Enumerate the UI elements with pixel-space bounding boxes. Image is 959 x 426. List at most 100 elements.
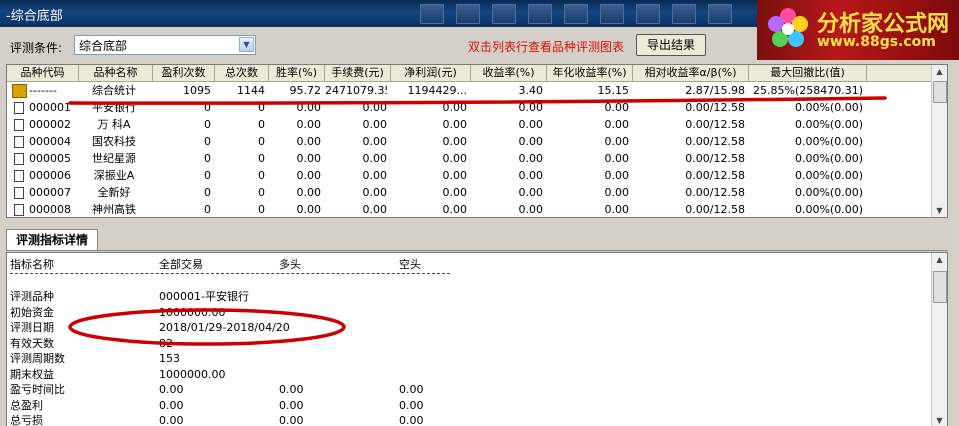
table-cell: 0.00 <box>362 135 388 148</box>
table-cell: 0.00%(0.00) <box>794 169 863 182</box>
titlebar-button[interactable] <box>600 4 624 24</box>
titlebar-button[interactable] <box>492 4 516 24</box>
table-cell: 0.00 <box>442 186 468 199</box>
column-header[interactable]: 最大回撤比(值) <box>749 65 867 81</box>
table-cell: 000007 <box>29 186 71 199</box>
metric-name: 总亏损 <box>10 414 43 426</box>
table-cell: 平安银行 <box>92 101 136 114</box>
table-row[interactable]: 000005 世纪星源 0 0 0.00 0.00 0.00 0.00 0.00 0.00/12.… <box>7 150 933 167</box>
scroll-thumb[interactable] <box>933 271 947 303</box>
table-cell: 深振业A <box>93 169 135 182</box>
metric-value: 82 <box>159 336 173 350</box>
chevron-down-icon[interactable]: ▼ <box>239 37 254 52</box>
column-header[interactable]: 手续费(元) <box>325 65 391 81</box>
column-header[interactable]: 年化收益率(%) <box>547 65 633 81</box>
table-row[interactable]: 000004 国农科技 0 0 0.00 0.00 0.00 0.00 0.00 0.00/12.… <box>7 133 933 150</box>
column-header[interactable]: 总次数 <box>215 65 269 81</box>
metric-name: 评测日期 <box>10 321 54 334</box>
scroll-thumb[interactable] <box>933 81 947 103</box>
toolbar: 评测条件: 综合底部 ▼ 双击列表行查看品种评测图表 导出结果 <box>0 27 757 64</box>
table-cell: 0 <box>204 135 211 148</box>
table-cell: 0.00/12.58 <box>685 101 745 114</box>
column-header[interactable]: 净利润(元) <box>391 65 471 81</box>
metric-value: 0.00 <box>399 414 424 426</box>
table-cell: 0.00 <box>296 152 322 165</box>
table-cell: 0.00/12.58 <box>685 169 745 182</box>
document-icon <box>14 119 24 131</box>
document-icon <box>14 170 24 182</box>
column-header[interactable]: 盈利次数 <box>153 65 215 81</box>
summary-row[interactable]: ------- 综合统计 1095 1144 95.72 2471079.35 119442… <box>7 82 933 99</box>
table-cell: 0.00 <box>362 186 388 199</box>
table-cell: 0.00 <box>296 101 322 114</box>
titlebar-button[interactable] <box>528 4 552 24</box>
table-cell: 0.00 <box>518 152 544 165</box>
titlebar-button[interactable] <box>420 4 444 24</box>
table-cell: 0.00/12.58 <box>685 135 745 148</box>
table-cell: 0.00 <box>442 118 468 131</box>
table-cell: 0.00 <box>604 203 630 216</box>
table-cell: 0 <box>204 186 211 199</box>
table-header: 品种代码 品种名称 盈利次数 总次数 胜率(%) 手续费(元) 净利润(元) 收益率(%) 年化… <box>7 65 933 82</box>
table-cell: 国农科技 <box>92 135 136 148</box>
metric-value: 0.00 <box>399 398 424 412</box>
table-cell: 0 <box>204 169 211 182</box>
detail-header: 全部交易 <box>159 258 203 271</box>
column-header[interactable]: 品种名称 <box>79 65 153 81</box>
tab-metric-details[interactable]: 评测指标详情 <box>6 229 98 251</box>
table-cell: 1095 <box>183 84 211 97</box>
table-cell: 0.00%(0.00) <box>794 186 863 199</box>
table-cell: 95.72 <box>289 84 322 97</box>
table-cell: 0 <box>204 118 211 131</box>
metric-value: 0.00 <box>279 398 304 412</box>
table-cell: 0.00%(0.00) <box>794 101 863 114</box>
scroll-up-icon[interactable]: ▲ <box>933 253 946 266</box>
metric-value: 0.00 <box>279 383 304 396</box>
scroll-up-icon[interactable]: ▲ <box>933 65 946 78</box>
table-scrollbar[interactable]: ▲ ▼ <box>931 65 947 217</box>
results-table[interactable]: 品种代码 品种名称 盈利次数 总次数 胜率(%) 手续费(元) 净利润(元) 收益率(%) 年化… <box>6 64 948 218</box>
flower-logo-icon <box>768 8 808 47</box>
titlebar-button[interactable] <box>708 4 732 24</box>
metric-name: 评测周期数 <box>10 352 65 365</box>
metric-value: 1000000.00 <box>159 367 226 381</box>
table-cell: 0.00 <box>604 135 630 148</box>
column-header[interactable]: 收益率(%) <box>471 65 547 81</box>
table-cell: 0 <box>258 118 265 131</box>
column-header[interactable]: 相对收益率α/β(%) <box>633 65 749 81</box>
table-row[interactable]: 000008 神州高铁 0 0 0.00 0.00 0.00 0.00 0.00 0.00/12.… <box>7 201 933 217</box>
table-cell: 000002 <box>29 118 71 131</box>
table-cell: 0.00 <box>518 203 544 216</box>
table-cell: 0.00 <box>296 135 322 148</box>
table-cell: 0.00/12.58 <box>685 118 745 131</box>
table-row[interactable]: 000001 平安银行 0 0 0.00 0.00 0.00 0.00 0.00 0.00/12.… <box>7 99 933 116</box>
details-scrollbar[interactable]: ▲ ▼ <box>931 253 947 426</box>
table-cell: 2.87/15.98 <box>685 84 745 97</box>
table-cell: 0.00 <box>296 203 322 216</box>
table-row[interactable]: 000007 全新好 0 0 0.00 0.00 0.00 0.00 0.00 0.00/12.5… <box>7 184 933 201</box>
table-cell: 0 <box>258 169 265 182</box>
header-divider <box>10 273 450 274</box>
column-header[interactable]: 品种代码 <box>7 65 79 81</box>
metric-value: 0.00 <box>159 398 184 412</box>
metric-name: 总盈利 <box>10 398 43 412</box>
column-header[interactable]: 胜率(%) <box>269 65 325 81</box>
table-cell: 0.00/12.58 <box>685 203 745 216</box>
document-icon <box>14 153 24 165</box>
table-cell: 0.00 <box>604 101 630 114</box>
export-button[interactable]: 导出结果 <box>636 34 706 56</box>
table-cell: 0.00 <box>362 169 388 182</box>
table-cell: 0.00 <box>362 118 388 131</box>
table-cell: 0.00 <box>604 118 630 131</box>
table-row[interactable]: 000006 深振业A 0 0 0.00 0.00 0.00 0.00 0.00 0.00/12.… <box>7 167 933 184</box>
scroll-down-icon[interactable]: ▼ <box>933 414 946 426</box>
scroll-down-icon[interactable]: ▼ <box>933 204 946 217</box>
titlebar-button[interactable] <box>564 4 588 24</box>
table-row[interactable]: 000002 万 科A 0 0 0.00 0.00 0.00 0.00 0.00 0.00/12.… <box>7 116 933 133</box>
titlebar-button[interactable] <box>636 4 660 24</box>
table-cell: 0.00 <box>518 101 544 114</box>
titlebar-button[interactable] <box>672 4 696 24</box>
condition-select[interactable]: 综合底部 ▼ <box>74 35 256 55</box>
titlebar-button[interactable] <box>456 4 480 24</box>
document-icon <box>14 204 24 216</box>
